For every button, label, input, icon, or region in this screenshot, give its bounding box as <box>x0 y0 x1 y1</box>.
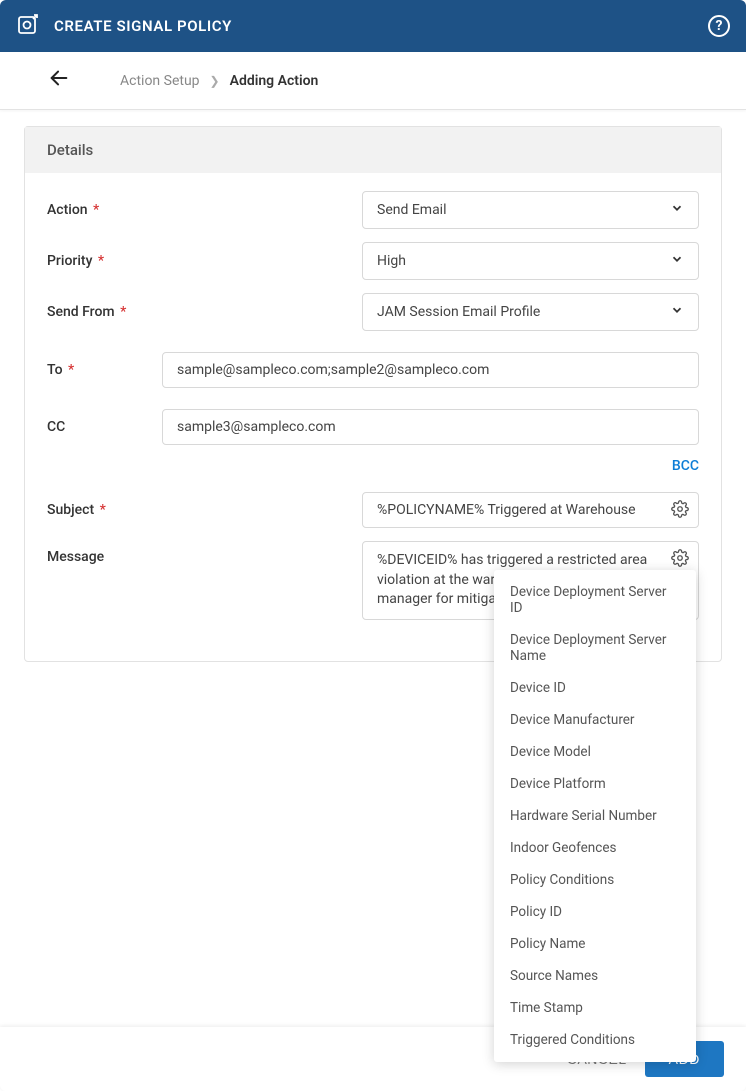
dropdown-item[interactable]: Triggered Conditions <box>494 1024 696 1056</box>
dropdown-item[interactable]: Policy Conditions <box>494 864 696 896</box>
subject-input[interactable]: %POLICYNAME% Triggered at Warehouse <box>362 492 699 528</box>
dropdown-item[interactable]: Indoor Geofences <box>494 832 696 864</box>
dropdown-item[interactable]: Time Stamp <box>494 992 696 1024</box>
breadcrumb-parent[interactable]: Action Setup <box>120 73 200 89</box>
cc-value: sample3@sampleco.com <box>177 419 336 435</box>
gear-icon[interactable] <box>671 500 689 522</box>
dropdown-item[interactable]: Device Deployment Server ID <box>494 576 696 624</box>
action-select[interactable]: Send Email <box>362 191 699 229</box>
dropdown-item[interactable]: Source Names <box>494 960 696 992</box>
subheader: Action Setup ❯ Adding Action <box>0 52 746 110</box>
gear-icon[interactable] <box>671 549 689 571</box>
dropdown-item[interactable]: Policy ID <box>494 896 696 928</box>
send-from-label: Send From * <box>47 304 162 320</box>
to-input[interactable]: sample@sampleco.com;sample2@sampleco.com <box>162 352 699 388</box>
dialog-title: CREATE SIGNAL POLICY <box>54 17 232 35</box>
card-title: Details <box>25 127 721 173</box>
to-label: To * <box>47 362 162 378</box>
cc-input[interactable]: sample3@sampleco.com <box>162 409 699 445</box>
dropdown-item[interactable]: Hardware Serial Number <box>494 800 696 832</box>
help-icon[interactable]: ? <box>708 15 730 37</box>
breadcrumb: Action Setup ❯ Adding Action <box>120 73 318 89</box>
action-value: Send Email <box>377 202 447 218</box>
priority-label: Priority * <box>47 253 162 269</box>
variable-dropdown: Device Deployment Server ID Device Deplo… <box>494 570 696 1062</box>
chevron-down-icon <box>670 303 684 321</box>
chevron-down-icon <box>670 201 684 219</box>
dropdown-item[interactable]: Device Model <box>494 736 696 768</box>
dropdown-item[interactable]: Device Manufacturer <box>494 704 696 736</box>
dialog-header: CREATE SIGNAL POLICY ? <box>0 0 746 52</box>
dropdown-item[interactable]: Device ID <box>494 672 696 704</box>
cc-label: CC <box>47 419 162 435</box>
breadcrumb-current: Adding Action <box>230 73 319 89</box>
priority-value: High <box>377 253 406 269</box>
chevron-right-icon: ❯ <box>210 74 220 88</box>
signal-policy-icon <box>16 12 40 40</box>
back-arrow-icon[interactable] <box>48 67 70 95</box>
subject-value: %POLICYNAME% Triggered at Warehouse <box>377 502 636 518</box>
send-from-select[interactable]: JAM Session Email Profile <box>362 293 699 331</box>
action-label: Action * <box>47 202 162 218</box>
message-label: Message <box>47 541 162 565</box>
to-value: sample@sampleco.com;sample2@sampleco.com <box>177 362 489 378</box>
dropdown-item[interactable]: Device Platform <box>494 768 696 800</box>
chevron-down-icon <box>670 252 684 270</box>
bcc-row: BCC <box>47 458 699 474</box>
dropdown-item[interactable]: Device Deployment Server Name <box>494 624 696 672</box>
dropdown-item[interactable]: Policy Name <box>494 928 696 960</box>
priority-select[interactable]: High <box>362 242 699 280</box>
bcc-link[interactable]: BCC <box>672 458 699 474</box>
send-from-value: JAM Session Email Profile <box>377 304 540 320</box>
subject-label: Subject * <box>47 502 162 518</box>
